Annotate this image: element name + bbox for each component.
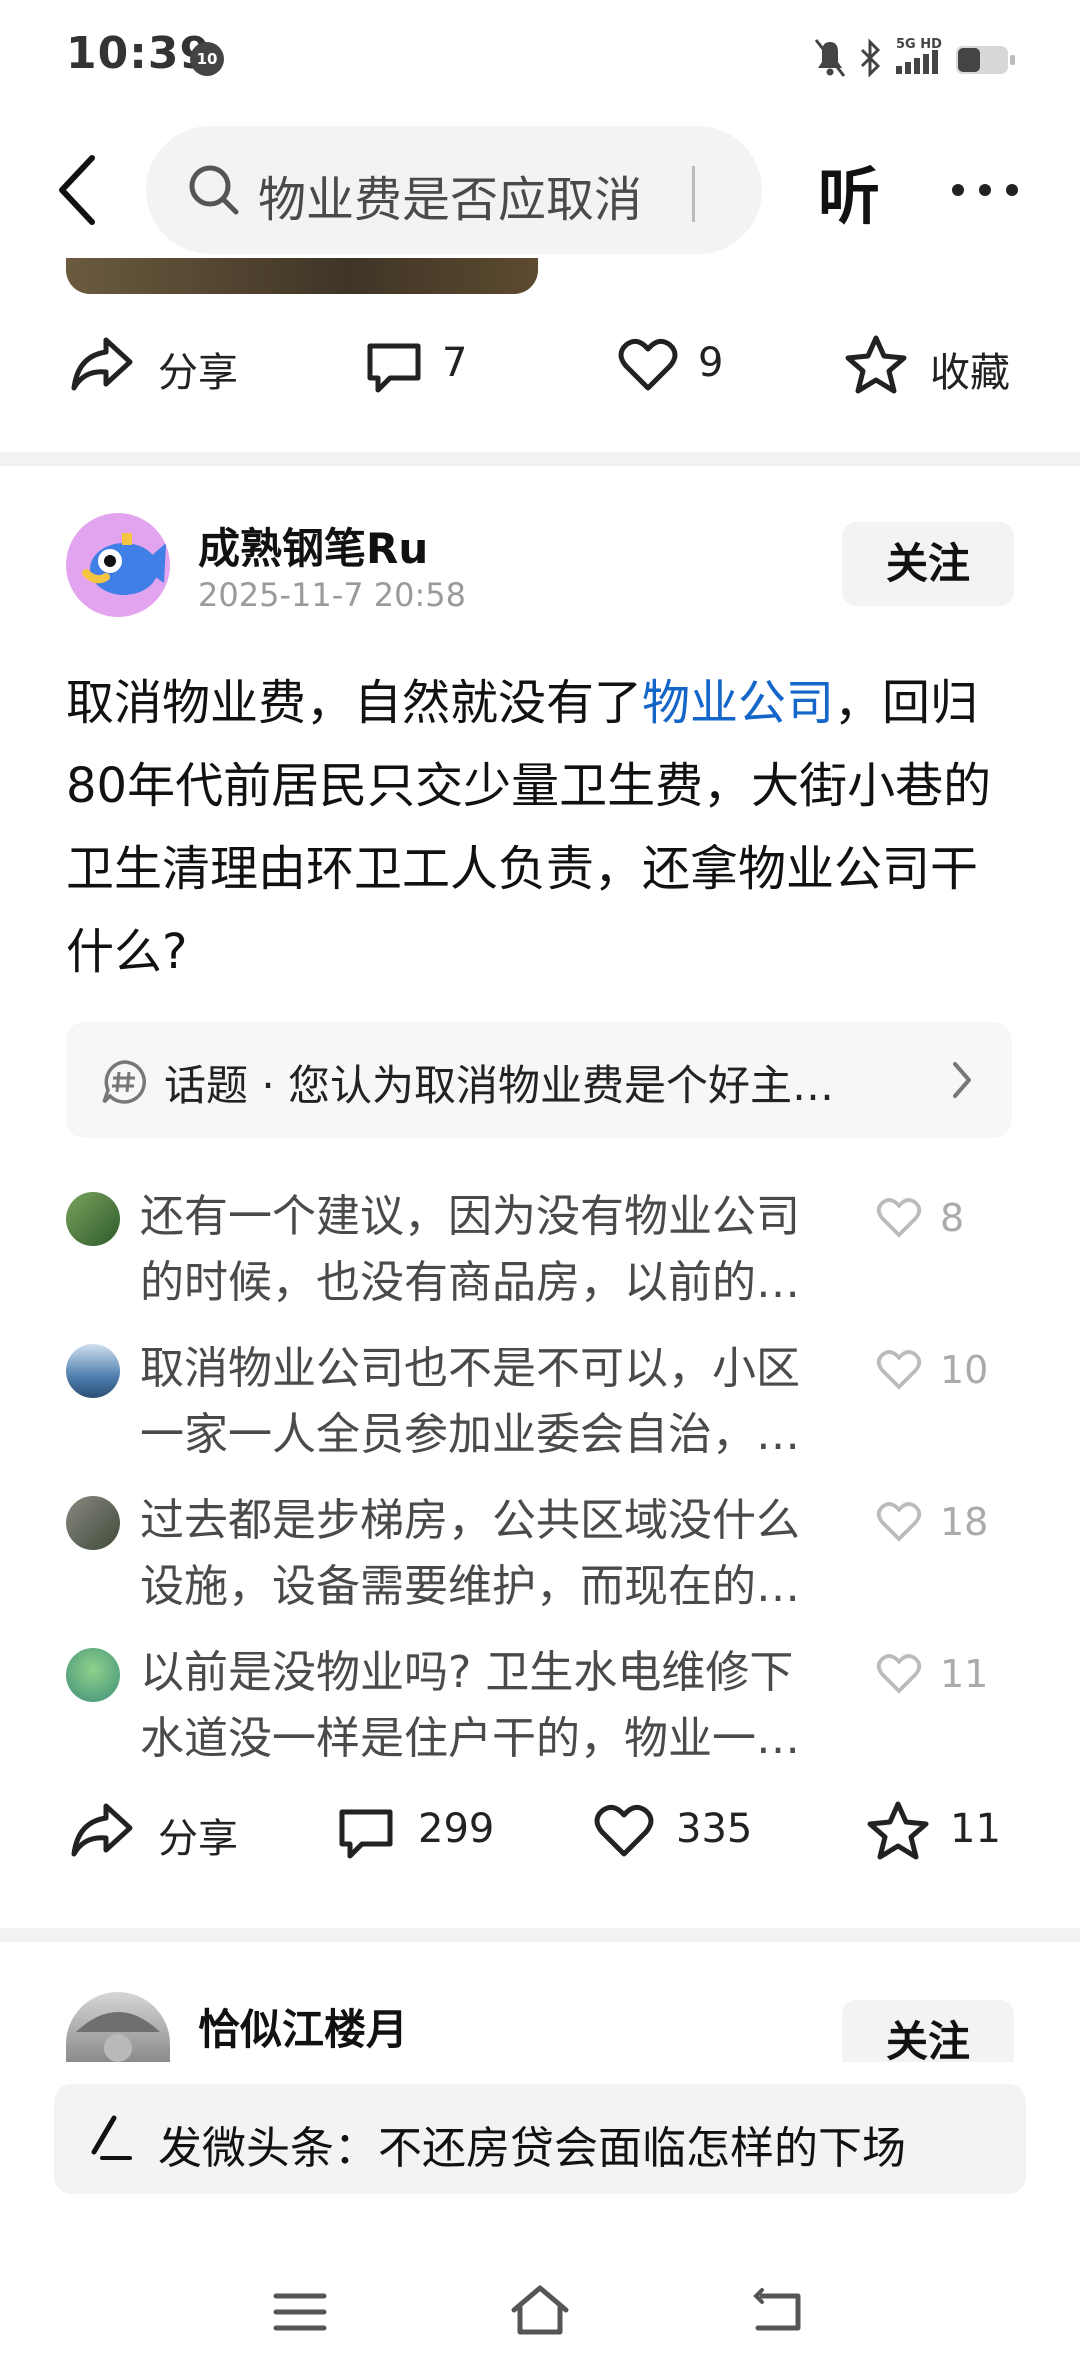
- pen-icon: [86, 2112, 134, 2168]
- fish-avatar-icon: [82, 533, 166, 595]
- comment-line-1: 过去都是步梯房，公共区域没什么: [140, 1495, 800, 1546]
- post-keyword-link[interactable]: 物业公司: [642, 675, 834, 731]
- comment-avatar[interactable]: [66, 1496, 120, 1550]
- favorite-count[interactable]: 11: [950, 1806, 1001, 1852]
- topic-label[interactable]: 话题 · 您认为取消物业费是个好主…: [164, 1052, 834, 1113]
- post-timestamp: 2025-11-7 20:58: [198, 576, 466, 614]
- mute-bell-icon: [814, 39, 846, 77]
- post-divider: [0, 452, 1080, 466]
- search-caret: [692, 166, 695, 222]
- back-button[interactable]: [50, 150, 110, 230]
- more-dots-icon: [952, 184, 1018, 196]
- search-query[interactable]: 物业费是否应取消: [258, 160, 642, 230]
- comment-line-1: 以前是没物业吗? 卫生水电维修下: [140, 1647, 794, 1698]
- menu-icon[interactable]: [272, 2290, 328, 2338]
- like-icon[interactable]: [594, 1802, 654, 1862]
- comment-preview[interactable]: 过去都是步梯房，公共区域没什么 设施，设备需要维护，而现在的…: [140, 1488, 820, 1620]
- comment-like-icon[interactable]: [876, 1500, 922, 1546]
- comment-line-2: 水道没一样是住户干的，物业一…: [140, 1713, 800, 1764]
- comment-count[interactable]: 7: [442, 340, 467, 386]
- share-label[interactable]: 分享: [158, 340, 238, 398]
- comment-like-icon[interactable]: [876, 1196, 922, 1242]
- comment-preview[interactable]: 还有一个建议，因为没有物业公司 的时候，也没有商品房，以前的…: [140, 1184, 820, 1316]
- status-icons: 5G HD: [810, 34, 1030, 88]
- svg-text:5G HD: 5G HD: [896, 37, 942, 52]
- comment-like-icon[interactable]: [876, 1652, 922, 1698]
- comment-like-count: 8: [940, 1196, 965, 1240]
- comment-like-count: 10: [940, 1348, 989, 1392]
- comment-like-count: 11: [940, 1652, 989, 1696]
- share-label[interactable]: 分享: [158, 1806, 238, 1864]
- comment-avatar[interactable]: [66, 1648, 120, 1702]
- home-icon[interactable]: [508, 2282, 572, 2342]
- comment-icon[interactable]: [364, 340, 424, 400]
- comment-avatar[interactable]: [66, 1192, 120, 1246]
- comment-icon[interactable]: [336, 1806, 396, 1866]
- favorite-star-icon[interactable]: [866, 1800, 930, 1866]
- comment-like-icon[interactable]: [876, 1348, 922, 1394]
- battery-icon: [956, 46, 1015, 74]
- more-options-button[interactable]: [950, 182, 1020, 202]
- author-name[interactable]: 成熟钢笔Ru: [198, 515, 428, 576]
- comment-line-2: 一家一人全员参加业委会自治，…: [140, 1409, 800, 1460]
- post-text-start: 取消物业费，自然就没有了: [66, 675, 643, 731]
- back-nav-icon[interactable]: [752, 2288, 808, 2340]
- comment-line-1: 还有一个建议，因为没有物业公司: [140, 1191, 800, 1242]
- share-icon[interactable]: [70, 334, 134, 398]
- search-icon: [186, 162, 242, 222]
- like-count[interactable]: 9: [698, 340, 723, 386]
- comment-line-2: 设施，设备需要维护，而现在的…: [140, 1561, 800, 1612]
- listen-button[interactable]: 听: [818, 146, 880, 236]
- favorite-star-icon[interactable]: [844, 334, 908, 400]
- avatar[interactable]: [66, 513, 170, 617]
- back-arrow-icon: [59, 155, 95, 225]
- share-icon[interactable]: [70, 1800, 134, 1864]
- follow-button[interactable]: 关注: [842, 2000, 1014, 2062]
- topic-hash-icon: [100, 1058, 148, 1110]
- comment-preview[interactable]: 以前是没物业吗? 卫生水电维修下 水道没一样是住户干的，物业一…: [140, 1640, 820, 1772]
- chevron-right-icon: [950, 1060, 974, 1104]
- avatar[interactable]: [66, 1992, 170, 2062]
- status-bar: 10:39 10 5G HD: [0, 0, 1080, 110]
- comment-preview[interactable]: 取消物业公司也不是不可以，小区 一家一人全员参加业委会自治，…: [140, 1336, 820, 1468]
- bluetooth-icon: [860, 38, 881, 78]
- post-body: 取消物业费，自然就没有了物业公司，回归80年代前居民只交少量卫生费，大街小巷的卫…: [66, 662, 1006, 994]
- comment-line-1: 取消物业公司也不是不可以，小区: [140, 1343, 800, 1394]
- post-divider: [0, 1928, 1080, 1942]
- like-count[interactable]: 335: [676, 1806, 752, 1852]
- person-avatar-icon: [76, 2012, 160, 2062]
- status-time: 10:39: [66, 28, 212, 79]
- notification-badge: 10: [190, 42, 224, 76]
- follow-button[interactable]: 关注: [842, 522, 1014, 606]
- like-icon[interactable]: [618, 336, 678, 396]
- comment-avatar[interactable]: [66, 1344, 120, 1398]
- previous-post-image[interactable]: [66, 258, 538, 294]
- follow-button-label: 关注: [842, 2000, 1014, 2062]
- signal-icon: 5G HD: [896, 37, 942, 74]
- comment-count[interactable]: 299: [418, 1806, 494, 1852]
- favorite-label[interactable]: 收藏: [930, 340, 1010, 398]
- comment-line-2: 的时候，也没有商品房，以前的…: [140, 1257, 800, 1308]
- compose-prompt[interactable]: 发微头条：不还房贷会面临怎样的下场: [158, 2112, 906, 2176]
- comment-like-count: 18: [940, 1500, 989, 1544]
- author-name[interactable]: 恰似江楼月: [198, 1996, 408, 2057]
